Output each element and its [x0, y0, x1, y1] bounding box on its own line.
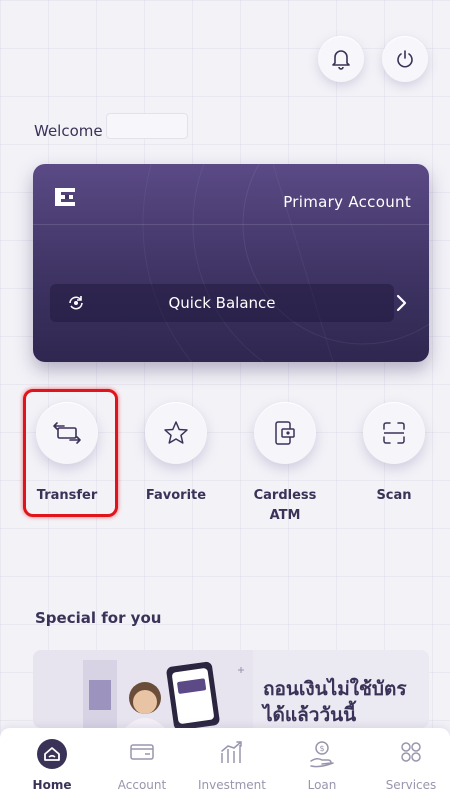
scan-button[interactable]: [363, 402, 425, 464]
quick-balance-label: Quick Balance: [168, 294, 276, 312]
notification-button[interactable]: [318, 36, 364, 82]
chevron-right-icon[interactable]: [395, 293, 409, 313]
primary-account-card[interactable]: Primary Account Quick Balance: [33, 164, 429, 362]
scan-icon: [383, 422, 405, 444]
special-section-title: Special for you: [35, 609, 162, 627]
bank-logo-icon: [55, 188, 75, 206]
nav-account-label: Account: [117, 778, 167, 791]
promo-banner[interactable]: ถอนเงินไม่ใช้บัตร ได้แล้ววันนี้: [33, 650, 429, 728]
nav-investment[interactable]: Investment: [187, 728, 277, 791]
favorite-button[interactable]: [145, 402, 207, 464]
cardless-atm-label: Cardless ATM: [253, 488, 317, 523]
bottom-navigation: Home Account Investment $ Loan Services: [0, 728, 450, 791]
shortcut-scan[interactable]: Scan: [349, 402, 439, 506]
nav-services[interactable]: Services: [366, 728, 450, 791]
shortcut-favorite[interactable]: Favorite: [131, 402, 221, 506]
card-divider: [33, 224, 429, 225]
power-icon: [397, 50, 413, 68]
quick-balance-button[interactable]: Quick Balance: [50, 284, 394, 322]
nav-services-label: Services: [385, 778, 437, 791]
cardless-atm-button[interactable]: [254, 402, 316, 464]
nav-home[interactable]: Home: [7, 728, 97, 791]
favorite-label: Favorite: [145, 488, 207, 503]
bell-icon: [332, 50, 350, 70]
welcome-label: Welcome: [34, 122, 103, 140]
nav-home-label: Home: [32, 778, 72, 791]
nav-loan[interactable]: $ Loan: [277, 728, 367, 791]
wallet-icon: [130, 744, 154, 760]
star-icon: [164, 421, 188, 444]
investment-icon: [221, 741, 242, 763]
loan-icon: $: [310, 741, 334, 768]
transfer-highlight-frame: [23, 389, 118, 517]
svg-text:$: $: [319, 744, 324, 753]
nav-loan-label: Loan: [307, 778, 337, 791]
promo-illustration: [33, 650, 253, 728]
promo-headline-line2: ได้แล้ววันนี้: [263, 704, 357, 726]
username-placeholder: [106, 113, 188, 139]
logout-button[interactable]: [382, 36, 428, 82]
account-title: Primary Account: [283, 193, 411, 211]
home-icon: [37, 739, 67, 769]
shortcut-cardless-atm[interactable]: Cardless ATM: [240, 402, 330, 526]
cardless-atm-icon: [275, 421, 295, 445]
services-icon: [401, 742, 421, 762]
nav-investment-label: Investment: [198, 778, 266, 791]
scan-label: Scan: [376, 488, 412, 503]
nav-account[interactable]: Account: [97, 728, 187, 791]
